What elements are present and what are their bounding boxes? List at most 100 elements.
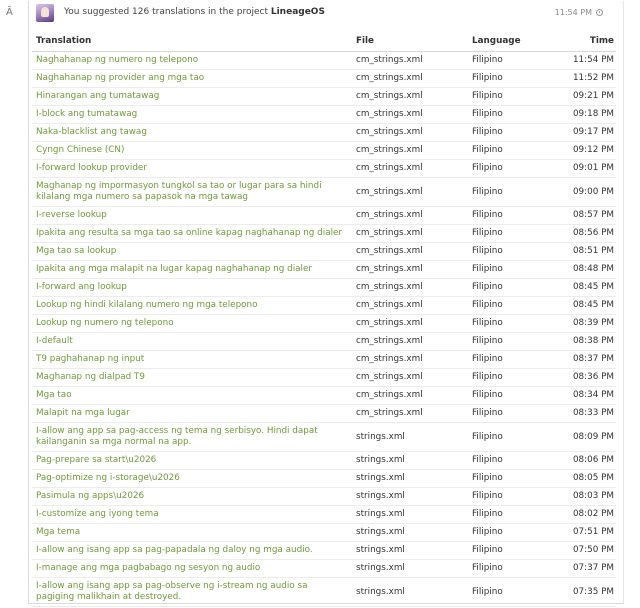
column-header-file: File xyxy=(352,31,468,52)
table-row: Lookup ng hindi kilalang numero ng mga t… xyxy=(32,296,616,315)
column-header-language: Language xyxy=(468,31,566,52)
table-row: Naghahanap ng provider ang mga tao cm_str… xyxy=(32,69,616,88)
translation-link[interactable]: Lookup ng numero ng telepono xyxy=(32,314,352,333)
translation-link[interactable]: Maghanap ng impormasyon tungkol sa tao o… xyxy=(32,177,352,207)
translation-link[interactable]: I-block ang tumatawag xyxy=(32,105,352,124)
translation-link[interactable]: Mga tao xyxy=(32,386,352,405)
file-name: strings.xml xyxy=(352,577,468,607)
translation-link[interactable]: I-forward ang lookup xyxy=(32,278,352,297)
translation-link[interactable]: T9 paghahanap ng input xyxy=(32,350,352,369)
translation-link[interactable]: Hinarangan ang tumatawag xyxy=(32,87,352,106)
file-name: cm_strings.xml xyxy=(352,404,468,423)
language-name: Filipino xyxy=(468,350,566,369)
table-row: I-allow ang app sa pag-access ng tema ng… xyxy=(32,422,616,452)
table-row: Lookup ng numero ng telepono cm_strings.x… xyxy=(32,314,616,333)
time-value: 08:48 PM xyxy=(566,260,616,279)
table-row: Ipakita ang resulta sa mga tao sa online… xyxy=(32,224,616,243)
file-name: cm_strings.xml xyxy=(352,260,468,279)
translation-link[interactable]: Pasimula ng apps\u2026 xyxy=(32,487,352,506)
language-name: Filipino xyxy=(468,69,566,88)
file-name: cm_strings.xml xyxy=(352,141,468,160)
file-name: cm_strings.xml xyxy=(352,105,468,124)
time-value: 07:50 PM xyxy=(566,541,616,560)
language-name: Filipino xyxy=(468,87,566,106)
translation-link[interactable]: Pag-prepare sa start\u2026 xyxy=(32,451,352,470)
time-value: 08:33 PM xyxy=(566,404,616,423)
table-row: I-forward ang lookup cm_strings.xml Filipi… xyxy=(32,278,616,297)
translation-link[interactable]: Naghahanap ng numero ng telepono xyxy=(32,51,352,70)
file-name: cm_strings.xml xyxy=(352,350,468,369)
time-value: 08:38 PM xyxy=(566,332,616,351)
translation-link[interactable]: I-manage ang mga pagbabago ng sesyon ng … xyxy=(32,559,352,578)
file-name: strings.xml xyxy=(352,451,468,470)
clock-icon xyxy=(596,9,603,16)
table-row: Pag-prepare sa start\u2026 strings.xml Fil… xyxy=(32,451,616,470)
language-name: Filipino xyxy=(468,141,566,160)
table-row: Maghanap ng impormasyon tungkol sa tao o… xyxy=(32,177,616,207)
translation-link[interactable]: I-default xyxy=(32,332,352,351)
translation-link[interactable]: Mga tema xyxy=(32,523,352,542)
time-value: 09:17 PM xyxy=(566,123,616,142)
table-row: I-manage ang mga pagbabago ng sesyon ng … xyxy=(32,559,616,578)
translation-link[interactable]: Lookup ng hindi kilalang numero ng mga t… xyxy=(32,296,352,315)
language-name: Filipino xyxy=(468,404,566,423)
language-name: Filipino xyxy=(468,368,566,387)
time-value: 11:54 PM xyxy=(566,51,616,70)
translation-link[interactable]: Maghanap ng dialpad T9 xyxy=(32,368,352,387)
time-value: 08:37 PM xyxy=(566,350,616,369)
table-row: Hinarangan ang tumatawag cm_strings.xml Fi… xyxy=(32,87,616,106)
language-name: Filipino xyxy=(468,469,566,488)
file-name: cm_strings.xml xyxy=(352,51,468,70)
translation-link[interactable]: Ipakita ang resulta sa mga tao sa online… xyxy=(32,224,352,243)
table-row: Pasimula ng apps\u2026 strings.xml Filipin… xyxy=(32,487,616,506)
avatar[interactable] xyxy=(36,4,54,22)
file-name: strings.xml xyxy=(352,541,468,560)
table-row: I-block ang tumatawag cm_strings.xml Filip… xyxy=(32,105,616,124)
language-name: Filipino xyxy=(468,314,566,333)
file-name: strings.xml xyxy=(352,469,468,488)
translation-link[interactable]: I-allow ang isang app sa pag-observe ng … xyxy=(32,577,352,607)
table-row: I-allow ang isang app sa pag-observe ng … xyxy=(32,577,616,607)
table-row: I-customize ang iyong tema strings.xml Fil… xyxy=(32,505,616,524)
time-value: 09:18 PM xyxy=(566,105,616,124)
time-value: 09:01 PM xyxy=(566,159,616,178)
language-name: Filipino xyxy=(468,296,566,315)
translation-link[interactable]: Ipakita ang mga malapit na lugar kapag n… xyxy=(32,260,352,279)
translation-link[interactable]: I-reverse lookup xyxy=(32,206,352,225)
translation-link[interactable]: I-allow ang isang app sa pag-papadala ng… xyxy=(32,541,352,560)
language-name: Filipino xyxy=(468,278,566,297)
translation-link[interactable]: Malapit na mga lugar xyxy=(32,404,352,423)
table-row: I-allow ang isang app sa pag-papadala ng… xyxy=(32,541,616,560)
project-link[interactable]: LineageOS xyxy=(271,7,325,17)
language-name: Filipino xyxy=(468,105,566,124)
table-row: T9 paghahanap ng input cm_strings.xml Fili… xyxy=(32,350,616,369)
time-value: 08:57 PM xyxy=(566,206,616,225)
translation-link[interactable]: Naghahanap ng provider ang mga tao xyxy=(32,69,352,88)
time-value: 08:02 PM xyxy=(566,505,616,524)
file-name: cm_strings.xml xyxy=(352,87,468,106)
translation-link[interactable]: I-customize ang iyong tema xyxy=(32,505,352,524)
file-name: cm_strings.xml xyxy=(352,332,468,351)
time-value: 08:09 PM xyxy=(566,422,616,452)
translation-link[interactable]: Pag-optimize ng i-storage\u2026 xyxy=(32,469,352,488)
table-row: Mga tao cm_strings.xml Filipino 08:34 PM xyxy=(32,386,616,405)
time-value: 08:56 PM xyxy=(566,224,616,243)
table-row: I-default cm_strings.xml Filipino 08:38 PM xyxy=(32,332,616,351)
language-name: Filipino xyxy=(468,242,566,261)
activity-timestamp: 11:54 PM xyxy=(555,8,603,17)
table-header-row: Translation File Language Time xyxy=(32,31,616,52)
activity-summary: You suggested 126 translations in the pr… xyxy=(64,7,325,17)
table-row: Cyngn Chinese (CN) cm_strings.xml Filipino… xyxy=(32,141,616,160)
translation-link[interactable]: Cyngn Chinese (CN) xyxy=(32,141,352,160)
language-name: Filipino xyxy=(468,422,566,452)
translation-link[interactable]: I-forward lookup provider xyxy=(32,159,352,178)
translation-link[interactable]: Naka-blacklist ang tawag xyxy=(32,123,352,142)
table-row: Maghanap ng dialpad T9 cm_strings.xml Fili… xyxy=(32,368,616,387)
translation-link[interactable]: I-allow ang app sa pag-access ng tema ng… xyxy=(32,422,352,452)
column-header-time: Time xyxy=(566,31,616,52)
time-value: 08:06 PM xyxy=(566,451,616,470)
language-name: Filipino xyxy=(468,206,566,225)
activity-header: You suggested 126 translations in the pr… xyxy=(29,1,623,23)
translation-link[interactable]: Mga tao sa lookup xyxy=(32,242,352,261)
file-name: cm_strings.xml xyxy=(352,386,468,405)
